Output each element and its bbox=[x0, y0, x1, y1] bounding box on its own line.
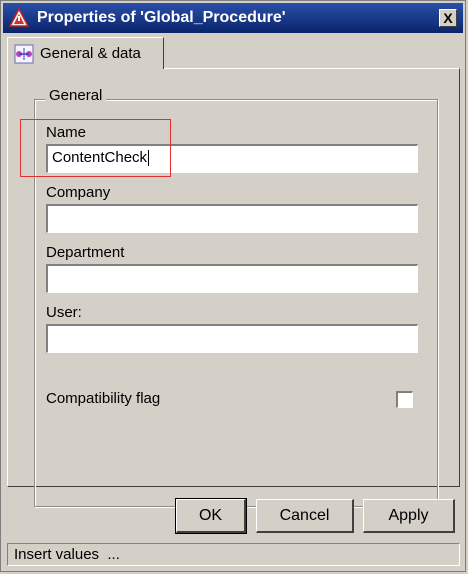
department-label: Department bbox=[46, 244, 125, 261]
user-input[interactable] bbox=[46, 324, 418, 353]
cancel-label: Cancel bbox=[279, 506, 330, 524]
tab-label: General & data bbox=[40, 45, 141, 62]
company-input[interactable] bbox=[46, 204, 418, 233]
name-label: Name bbox=[46, 124, 87, 141]
tab-general-data[interactable]: General & data bbox=[7, 37, 164, 69]
company-label: Company bbox=[46, 184, 111, 201]
name-input[interactable]: ContentCheck bbox=[46, 144, 418, 173]
department-input[interactable] bbox=[46, 264, 418, 293]
status-bar: Insert values ... bbox=[7, 543, 460, 566]
group-label: General bbox=[45, 87, 107, 104]
procedure-icon bbox=[14, 44, 34, 64]
close-button[interactable]: X bbox=[439, 9, 457, 27]
cancel-button[interactable]: Cancel bbox=[256, 499, 354, 533]
user-label: User: bbox=[46, 304, 82, 321]
warning-triangle-icon bbox=[7, 6, 31, 30]
properties-dialog: Properties of 'Global_Procedure' X Gener… bbox=[0, 0, 466, 572]
apply-label: Apply bbox=[388, 506, 429, 524]
ok-label: OK bbox=[198, 506, 223, 524]
text-cursor bbox=[148, 150, 150, 167]
status-text: Insert values ... bbox=[14, 546, 120, 563]
ok-button[interactable]: OK bbox=[175, 498, 247, 534]
compatibility-flag-label: Compatibility flag bbox=[46, 390, 161, 407]
apply-button[interactable]: Apply bbox=[363, 499, 455, 533]
compatibility-flag-checkbox[interactable] bbox=[396, 391, 413, 408]
name-value: ContentCheck bbox=[52, 149, 148, 166]
window-title: Properties of 'Global_Procedure' bbox=[37, 9, 286, 26]
close-icon: X bbox=[443, 10, 453, 26]
title-bar[interactable]: Properties of 'Global_Procedure' X bbox=[3, 3, 463, 33]
